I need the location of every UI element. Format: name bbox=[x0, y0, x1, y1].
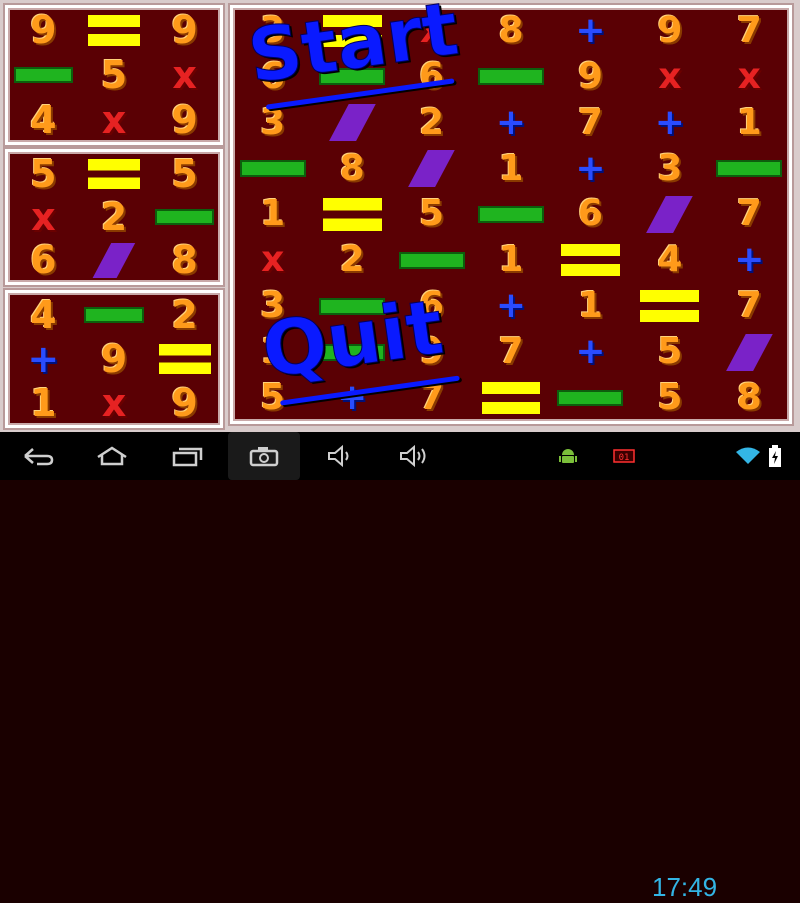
equals-tile bbox=[79, 8, 150, 53]
digit-tile: 1 bbox=[30, 381, 57, 425]
plus-tile: + bbox=[575, 331, 606, 373]
minus-tile bbox=[710, 146, 789, 192]
digit-tile: 1 bbox=[736, 101, 762, 143]
digit-tile: 7 bbox=[498, 331, 524, 373]
digit-tile: 7 bbox=[736, 285, 762, 327]
digit-tile: 8 bbox=[498, 9, 524, 51]
minus-tile bbox=[471, 192, 550, 238]
digit-tile: 4 bbox=[657, 239, 683, 281]
divide-tile bbox=[312, 100, 391, 146]
equals-tile bbox=[471, 375, 550, 421]
recent-apps-icon[interactable] bbox=[160, 432, 216, 480]
minus-tile bbox=[471, 54, 550, 100]
digit-tile: 1 bbox=[577, 285, 603, 327]
back-arrow-icon[interactable] bbox=[10, 432, 66, 480]
minus-tile bbox=[392, 237, 471, 283]
equals-tile bbox=[551, 237, 630, 283]
plus-tile: + bbox=[575, 147, 606, 189]
plus-tile: + bbox=[734, 239, 765, 281]
plus-tile: + bbox=[495, 101, 527, 143]
digit-tile: 5 bbox=[419, 193, 445, 235]
divide-tile bbox=[710, 329, 789, 375]
home-icon[interactable] bbox=[84, 432, 140, 480]
plus-tile: + bbox=[495, 285, 527, 327]
digit-tile: 2 bbox=[171, 293, 198, 337]
equals-tile bbox=[630, 283, 709, 329]
digit-tile: 5 bbox=[657, 331, 683, 373]
minus-tile bbox=[551, 375, 630, 421]
digit-tile: 7 bbox=[736, 9, 762, 51]
digit-tile: 3 bbox=[657, 147, 683, 189]
minus-tile bbox=[233, 146, 312, 192]
equals-tile bbox=[149, 337, 220, 381]
digit-tile: 5 bbox=[30, 151, 57, 196]
plus-tile: + bbox=[654, 101, 685, 143]
digit-tile: 7 bbox=[736, 193, 762, 235]
digit-tile: 6 bbox=[30, 238, 57, 283]
digit-tile: 9 bbox=[171, 97, 198, 142]
start-button[interactable]: Start bbox=[243, 0, 464, 110]
panel-left-bottom: 4 2 +9 1 x 9 bbox=[5, 290, 223, 428]
plus-tile: + bbox=[27, 337, 60, 381]
equals-tile bbox=[79, 152, 150, 195]
times-tile: x bbox=[172, 52, 197, 97]
digit-tile: 7 bbox=[577, 101, 603, 143]
battery-charging-icon bbox=[760, 432, 790, 480]
digit-tile: 5 bbox=[100, 52, 128, 97]
plus-tile: + bbox=[575, 9, 606, 51]
times-tile: x bbox=[261, 239, 285, 281]
digit-tile: 5 bbox=[657, 377, 683, 419]
minus-tile bbox=[8, 53, 79, 98]
game-area: 995x4x9 55x268 4 2 +9 1 x 9 3 x 8 +9 7 6 6 9 x x 3 2 +7 +1… bbox=[0, 0, 800, 432]
digit-tile: 8 bbox=[339, 147, 365, 189]
digit-tile: 9 bbox=[171, 8, 198, 53]
digit-tile: 4 bbox=[30, 293, 57, 337]
digit-tile: 5 bbox=[171, 151, 198, 196]
divide-tile bbox=[79, 239, 150, 282]
divide-tile bbox=[630, 192, 709, 238]
digit-tile: 2 bbox=[100, 194, 128, 239]
digit-tile: 2 bbox=[419, 101, 445, 143]
minus-tile bbox=[79, 293, 150, 337]
digit-tile: 2 bbox=[339, 239, 365, 281]
digit-tile: 9 bbox=[100, 337, 128, 381]
digit-tile: 9 bbox=[577, 55, 603, 97]
digit-tile: 1 bbox=[498, 147, 524, 189]
digit-tile: 9 bbox=[657, 9, 683, 51]
minus-tile bbox=[149, 195, 220, 238]
volume-up-icon[interactable] bbox=[386, 432, 442, 480]
panel-left-top: 995x4x9 bbox=[5, 5, 223, 145]
digit-tile: 9 bbox=[171, 381, 198, 425]
equals-tile bbox=[312, 192, 391, 238]
times-tile: x bbox=[737, 55, 761, 97]
digit-tile: 1 bbox=[260, 193, 286, 235]
battery-widget-icon: 01 bbox=[604, 432, 644, 480]
divide-tile bbox=[392, 146, 471, 192]
digit-tile: 4 bbox=[30, 97, 57, 142]
digit-tile: 1 bbox=[498, 239, 524, 281]
status-clock: 17:49 bbox=[652, 872, 718, 902]
times-tile: x bbox=[101, 381, 127, 425]
digit-tile: 9 bbox=[30, 8, 57, 53]
times-tile: x bbox=[101, 97, 127, 142]
times-tile: x bbox=[658, 55, 682, 97]
android-icon bbox=[548, 432, 588, 480]
svg-text:01: 01 bbox=[619, 453, 630, 463]
camera-icon[interactable] bbox=[228, 432, 300, 480]
panel-left-middle: 55x268 bbox=[5, 149, 223, 285]
volume-down-icon[interactable] bbox=[312, 432, 368, 480]
digit-tile: 8 bbox=[736, 377, 762, 419]
digit-tile: 6 bbox=[577, 193, 603, 235]
system-navigation-bar: 01 17:49 bbox=[0, 432, 800, 902]
digit-tile: 8 bbox=[171, 238, 198, 283]
times-tile: x bbox=[31, 194, 56, 239]
